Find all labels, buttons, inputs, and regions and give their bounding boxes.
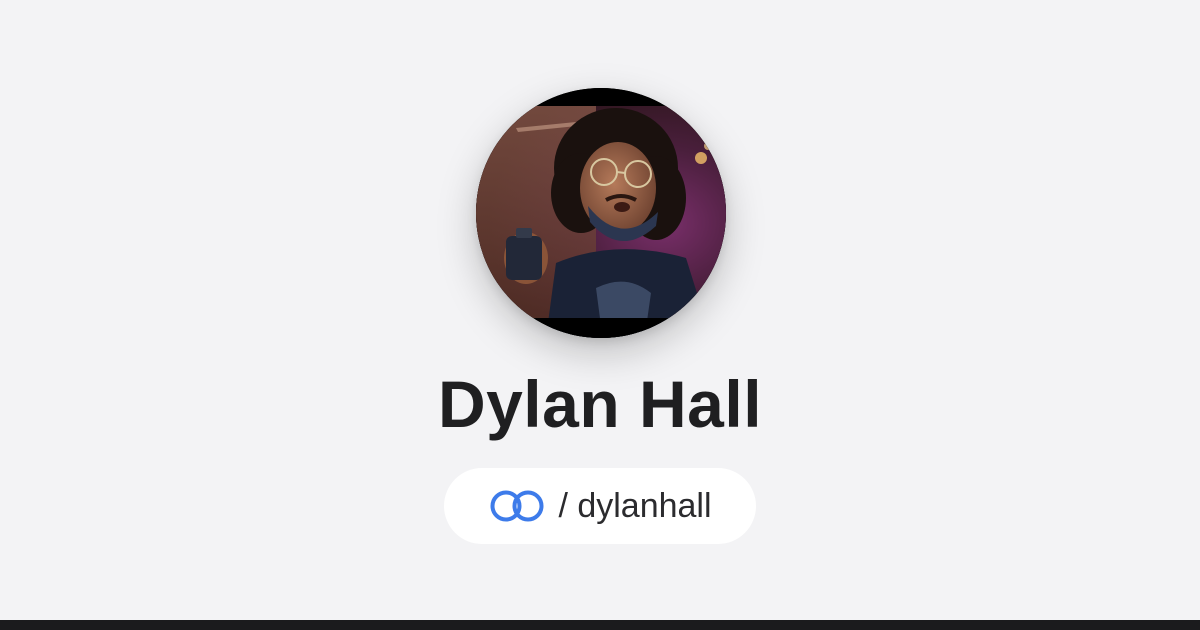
profile-card: Dylan Hall / dylanhall bbox=[0, 0, 1200, 620]
linked-rings-icon bbox=[490, 490, 544, 522]
avatar bbox=[476, 88, 726, 338]
profile-handle: / dylanhall bbox=[558, 487, 712, 525]
bottom-bar bbox=[0, 620, 1200, 630]
profile-name: Dylan Hall bbox=[437, 367, 763, 441]
avatar-photo bbox=[476, 88, 726, 338]
profile-handle-link[interactable]: / dylanhall bbox=[444, 468, 756, 544]
